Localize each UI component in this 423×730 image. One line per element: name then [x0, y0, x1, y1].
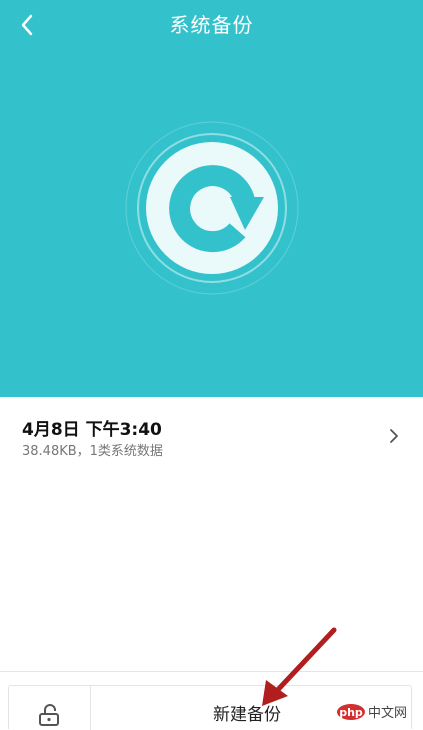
- backup-logo: [124, 120, 300, 296]
- unlock-icon: [39, 704, 59, 726]
- backup-record-subtitle: 38.48KB，1类系统数据: [22, 444, 163, 459]
- bottom-divider: [0, 671, 423, 672]
- backup-refresh-icon: [125, 121, 299, 295]
- backup-record-item[interactable]: 4月8日 下午3:40 38.48KB，1类系统数据: [0, 397, 423, 483]
- encrypt-backup-button[interactable]: [9, 686, 91, 730]
- backup-record-title: 4月8日 下午3:40: [22, 420, 162, 440]
- chevron-right-icon: [390, 429, 398, 443]
- php-logo-icon: php 中文网: [337, 704, 407, 721]
- red-arrow-icon: [262, 627, 337, 706]
- watermark: php 中文网: [337, 701, 417, 723]
- hero-banner: 系统备份: [0, 0, 423, 397]
- watermark-cn-text: 中文网: [368, 706, 407, 721]
- page-title: 系统备份: [169, 13, 254, 37]
- watermark-php-text: php: [339, 706, 363, 719]
